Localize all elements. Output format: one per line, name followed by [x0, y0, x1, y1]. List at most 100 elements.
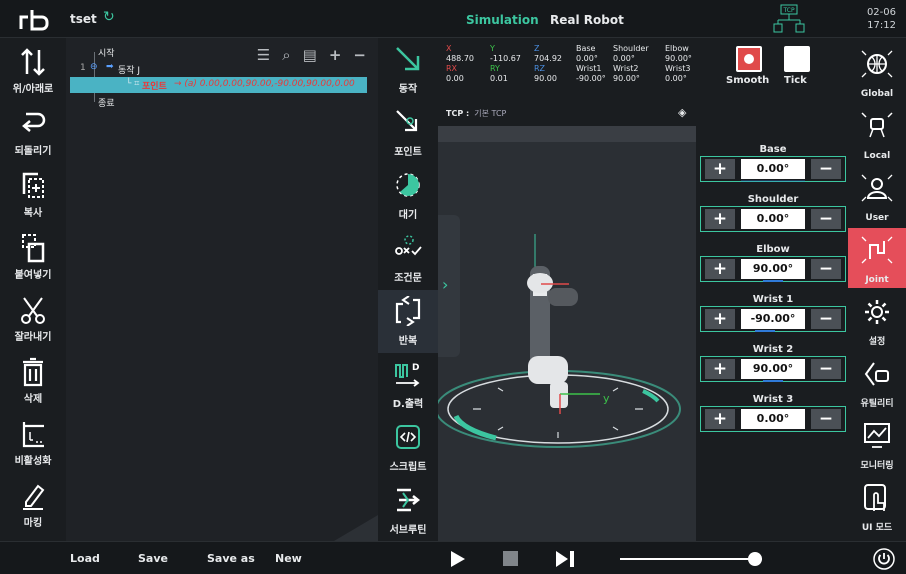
- joint-value[interactable]: 0.00°: [741, 409, 805, 429]
- scissors-icon: [21, 297, 45, 324]
- robot-3d-view[interactable]: y: [438, 126, 696, 541]
- move-arrow-icon: ➡: [106, 62, 114, 72]
- jog-minus-button[interactable]: −: [811, 309, 841, 329]
- local-frame-icon: [861, 112, 893, 138]
- frame-user[interactable]: User: [848, 166, 906, 226]
- marker-icon: [23, 484, 45, 510]
- tree-node-end[interactable]: 종료: [98, 96, 115, 109]
- settings-button[interactable]: 설정: [848, 290, 906, 350]
- new-button[interactable]: New: [275, 552, 302, 565]
- cmd-repeat[interactable]: 반복: [378, 290, 438, 353]
- joint-row-base: Base +0.00° −: [700, 136, 846, 184]
- paste-button[interactable]: 붙여넣기: [0, 226, 66, 286]
- speed-slider-track[interactable]: [620, 558, 762, 560]
- bottom-bar: Load Save Save as New: [0, 541, 906, 574]
- joint-value[interactable]: 90.00°: [741, 359, 805, 379]
- copy-icon: [22, 172, 44, 198]
- tab-simulation[interactable]: Simulation: [466, 13, 539, 27]
- svg-text:TCP: TCP: [782, 7, 795, 14]
- gear-icon: [865, 300, 889, 324]
- checklist-icon[interactable]: ☰: [257, 46, 270, 64]
- tcp-network-icon[interactable]: TCP: [772, 4, 806, 34]
- jog-plus-button[interactable]: +: [705, 159, 735, 179]
- jog-minus-button[interactable]: −: [811, 359, 841, 379]
- panel-toggle-handle[interactable]: ›: [438, 215, 460, 357]
- frame-global[interactable]: Global: [848, 42, 906, 102]
- monitor-icon: [864, 423, 890, 448]
- jog-minus-button[interactable]: −: [811, 409, 841, 429]
- play-icon[interactable]: [450, 550, 466, 568]
- copy-button[interactable]: 복사: [0, 164, 66, 224]
- joint-value[interactable]: 0.00°: [741, 159, 805, 179]
- cmd-script[interactable]: 스크립트: [378, 416, 438, 479]
- y-axis-label: y: [603, 392, 610, 405]
- joint-value[interactable]: 0.00°: [741, 209, 805, 229]
- tick-button[interactable]: [784, 46, 810, 72]
- marking-button[interactable]: 마킹: [0, 474, 66, 534]
- cmd-condition[interactable]: 조건문: [378, 227, 438, 290]
- joint-row-wrist1: Wrist 1 + -90.00° −: [700, 286, 846, 334]
- script-icon: [396, 425, 420, 449]
- cmd-move[interactable]: 동작: [378, 38, 438, 101]
- tree-node-move-j[interactable]: 동작 J: [118, 63, 140, 76]
- cube-view-icon[interactable]: ◈: [678, 106, 686, 119]
- disable-button[interactable]: 비활성화: [0, 412, 66, 472]
- joint-value[interactable]: 90.00°: [741, 259, 805, 279]
- digital-out-icon: D: [395, 363, 420, 387]
- add-icon[interactable]: +: [329, 46, 342, 64]
- smooth-button[interactable]: [736, 46, 762, 72]
- jog-plus-button[interactable]: +: [705, 209, 735, 229]
- search-icon[interactable]: ⌕: [282, 46, 290, 64]
- frame-joint[interactable]: Joint: [848, 228, 906, 288]
- touch-icon: [864, 484, 886, 511]
- expand-icon[interactable]: ⊖: [90, 62, 98, 72]
- ui-mode-button[interactable]: UI 모드: [848, 476, 906, 536]
- jog-minus-button[interactable]: −: [811, 259, 841, 279]
- cmd-point[interactable]: 포인트: [378, 101, 438, 164]
- joint-row-wrist2: Wrist 2 +90.00° −: [700, 336, 846, 384]
- disable-icon: [22, 422, 44, 448]
- save-as-button[interactable]: Save as: [207, 552, 255, 565]
- right-toolbar: Global Local User Joint 설정 유틸리티 모니터링 UI …: [848, 38, 906, 541]
- frame-local[interactable]: Local: [848, 104, 906, 164]
- load-button[interactable]: Load: [70, 552, 100, 565]
- jog-plus-button[interactable]: +: [705, 359, 735, 379]
- delete-button[interactable]: 삭제: [0, 350, 66, 410]
- jog-plus-button[interactable]: +: [705, 409, 735, 429]
- move-up-down-button[interactable]: 위/아래로: [0, 40, 66, 100]
- record-icon: [744, 54, 754, 64]
- robot-wrist: [528, 356, 568, 384]
- joint-row-elbow: Elbow +90.00° −: [700, 236, 846, 284]
- speed-slider-knob[interactable]: [747, 552, 762, 566]
- save-button[interactable]: Save: [138, 552, 168, 565]
- tree-toolbar: ☰ ⌕ ▤ + −: [257, 46, 366, 64]
- tree-node-point[interactable]: 포인트: [142, 79, 167, 92]
- cmd-digital-out[interactable]: D D.출력: [378, 353, 438, 416]
- tree-node-start[interactable]: 시작: [98, 46, 115, 59]
- step-icon[interactable]: [555, 550, 575, 568]
- undo-button[interactable]: 되돌리기: [0, 102, 66, 162]
- utility-button[interactable]: 유틸리티: [848, 352, 906, 412]
- jog-minus-button[interactable]: −: [811, 209, 841, 229]
- cmd-wait[interactable]: 대기: [378, 164, 438, 227]
- cmd-subroutine[interactable]: 서브루틴: [378, 479, 438, 542]
- globe-icon: [861, 50, 893, 78]
- top-bar: tset ↻ Simulation Real Robot TCP 02-06 17…: [0, 0, 906, 38]
- remove-icon[interactable]: −: [353, 46, 366, 64]
- monitoring-button[interactable]: 모니터링: [848, 414, 906, 474]
- refresh-icon[interactable]: ↻: [103, 9, 115, 25]
- corner-scroll[interactable]: [334, 515, 378, 541]
- cut-button[interactable]: 잘라내기: [0, 288, 66, 348]
- jog-plus-button[interactable]: +: [705, 309, 735, 329]
- document-icon[interactable]: ▤: [303, 46, 317, 64]
- jog-plus-button[interactable]: +: [705, 259, 735, 279]
- stop-icon[interactable]: [503, 551, 518, 566]
- tree-point-value: → (a) 0.00,0.00,90.00,-90.00,90.00,0.00: [174, 79, 355, 89]
- jog-minus-button[interactable]: −: [811, 159, 841, 179]
- wait-icon: [396, 173, 420, 197]
- joint-value[interactable]: -90.00°: [741, 309, 805, 329]
- power-icon[interactable]: [872, 547, 896, 571]
- up-down-arrows-icon: [21, 48, 45, 76]
- tab-real-robot[interactable]: Real Robot: [550, 13, 624, 27]
- robot-shoulder: [527, 273, 553, 293]
